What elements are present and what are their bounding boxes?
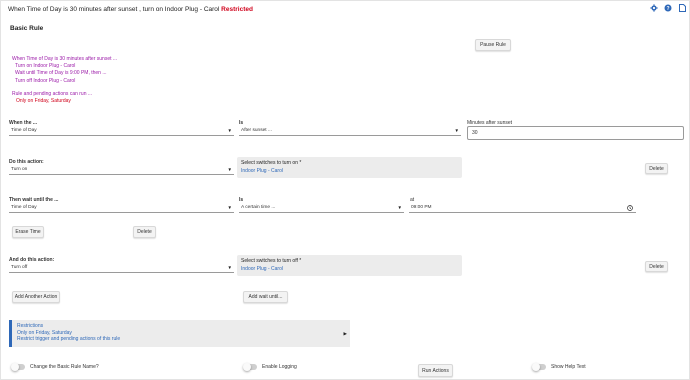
chevron-down-icon: ▼ — [397, 205, 402, 210]
logging-label: Enable Logging — [262, 364, 297, 370]
logging-toggle[interactable] — [243, 362, 257, 371]
help-text-toggle[interactable] — [532, 362, 546, 371]
erase-time-button[interactable]: Erase Time — [12, 226, 44, 238]
page-title-text: When Time of Day is 30 minutes after sun… — [8, 6, 220, 13]
summary-line: Wait until Time of Day is 9:00 PM, then … — [15, 70, 107, 77]
help-icon[interactable]: ? — [664, 4, 672, 12]
summary-pending-line: Rule and pending actions can run ... — [12, 90, 93, 97]
and-do-value: Turn off — [11, 265, 28, 270]
add-wait-button[interactable]: Add wait until... — [243, 291, 288, 303]
summary-line: Turn off Indoor Plug - Carol — [15, 77, 76, 84]
do-action-value: Turn on — [11, 167, 28, 172]
restrictions-description: Restrict trigger and pending actions of … — [17, 336, 121, 342]
clock-icon[interactable] — [627, 205, 633, 213]
run-actions-button[interactable]: Run Actions — [418, 364, 453, 377]
wait-is-value: A certain time ... — [241, 205, 276, 210]
chevron-down-icon: ▼ — [454, 128, 459, 133]
chevron-down-icon: ▼ — [227, 167, 232, 172]
add-action-button[interactable]: Add Another Action — [12, 291, 60, 303]
chevron-down-icon: ▼ — [227, 205, 232, 210]
change-name-toggle-row[interactable]: Change the Basic Rule Name? — [11, 362, 99, 371]
summary-restriction-line: Only on Friday, Saturday — [16, 98, 71, 105]
chevron-right-icon: ▶ — [343, 331, 347, 336]
help-text-label: Show Help Text — [551, 364, 586, 370]
top-icons: ? — [650, 4, 686, 12]
switches-off-title: Select switches to turn off * — [241, 258, 302, 264]
restrictions-panel[interactable]: Restrictions Only on Friday, Saturday Re… — [9, 320, 350, 347]
delete-and-do-button[interactable]: Delete — [645, 261, 668, 272]
switches-on-title: Select switches to turn on * — [241, 160, 302, 166]
time-input[interactable]: 09:00 PM — [409, 203, 636, 213]
delete-action-button[interactable]: Delete — [645, 163, 668, 174]
when-select[interactable]: Time of Day ▼ — [9, 126, 234, 136]
when-select-value: Time of Day — [11, 128, 37, 133]
wait-select[interactable]: Time of Day ▼ — [9, 203, 234, 213]
switches-off-value: Indoor Plug - Carol — [241, 266, 283, 272]
wait-is-select[interactable]: A certain time ... ▼ — [239, 203, 404, 213]
delete-wait-button[interactable]: Delete — [133, 226, 156, 238]
rule-summary: When Time of Day is 30 minutes after sun… — [12, 56, 117, 105]
pause-rule-button[interactable]: Pause Rule — [475, 39, 511, 51]
summary-line: When Time of Day is 30 minutes after sun… — [12, 56, 118, 62]
logging-toggle-row[interactable]: Enable Logging — [243, 362, 297, 371]
summary-line: Turn on Indoor Plug - Carol — [15, 63, 76, 70]
document-icon[interactable] — [678, 4, 686, 12]
wait-select-value: Time of Day — [11, 205, 37, 210]
chevron-down-icon: ▼ — [227, 265, 232, 270]
minutes-input[interactable]: 30 — [467, 126, 684, 140]
when-is-value: After sunset ... — [241, 128, 272, 133]
restricted-badge: Restricted — [221, 6, 253, 13]
change-name-toggle[interactable] — [11, 362, 25, 371]
when-is-select[interactable]: After sunset ... ▼ — [239, 126, 461, 136]
chevron-down-icon: ▼ — [227, 128, 232, 133]
switches-off-panel[interactable]: Select switches to turn off * Indoor Plu… — [237, 255, 462, 276]
svg-text:?: ? — [666, 6, 669, 12]
time-value: 09:00 PM — [411, 205, 432, 210]
switches-on-panel[interactable]: Select switches to turn on * Indoor Plug… — [237, 157, 462, 178]
page-title: When Time of Day is 30 minutes after sun… — [8, 6, 253, 13]
change-name-label: Change the Basic Rule Name? — [30, 364, 99, 370]
gear-icon[interactable] — [650, 4, 658, 12]
do-action-select[interactable]: Turn on ▼ — [9, 165, 234, 175]
and-do-select[interactable]: Turn off ▼ — [9, 263, 234, 273]
switches-on-value: Indoor Plug - Carol — [241, 168, 283, 174]
help-text-toggle-row[interactable]: Show Help Text — [532, 362, 586, 371]
rule-type-heading: Basic Rule — [10, 25, 44, 32]
